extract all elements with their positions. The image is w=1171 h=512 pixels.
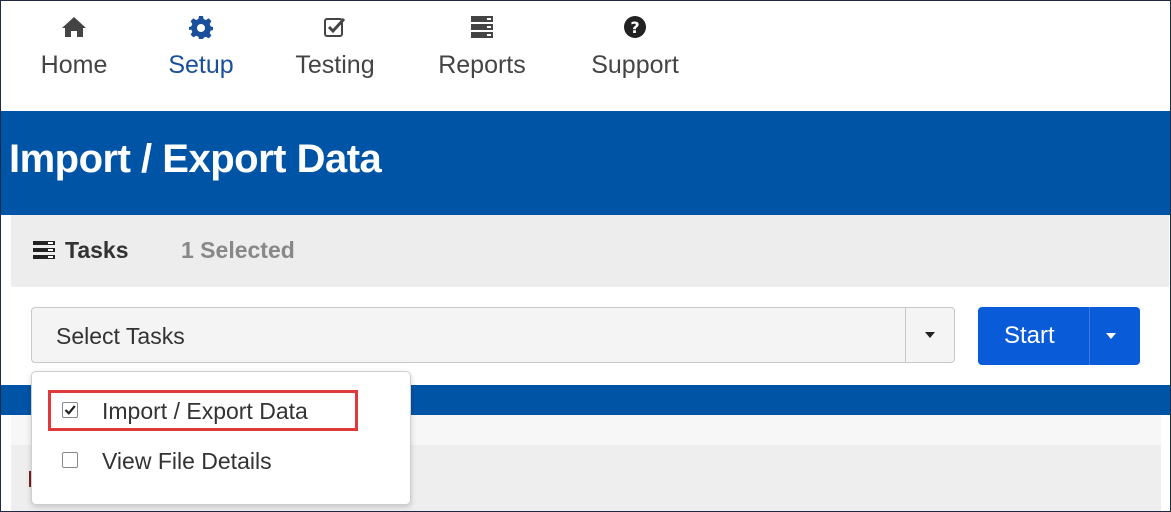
app-window: Home Setup Testing Reports ? Support Imp… [0, 0, 1171, 512]
checkbox-icon [289, 15, 381, 47]
nav-home-label: Home [40, 51, 108, 79]
nav-testing[interactable]: Testing [289, 15, 381, 80]
home-icon [35, 15, 113, 47]
tasks-selected-count: 1 Selected [181, 237, 295, 263]
server-icon [431, 15, 533, 47]
nav-support[interactable]: ? Support [583, 15, 687, 80]
option-label: Import / Export Data [102, 398, 308, 424]
option-view-file-details[interactable]: View File Details [32, 440, 410, 480]
option-label: View File Details [102, 448, 272, 474]
import-export-checkbox[interactable] [62, 402, 78, 418]
chevron-down-icon [925, 332, 935, 338]
nav-support-label: Support [591, 51, 679, 79]
select-tasks-toggle[interactable] [905, 308, 954, 362]
start-button-divider [1089, 307, 1090, 365]
view-file-details-checkbox[interactable] [62, 452, 78, 468]
nav-reports-label: Reports [438, 51, 526, 79]
tasks-header: Tasks 1 Selected [11, 215, 1169, 287]
tasks-dropdown-menu: Import / Export Data View File Details [31, 371, 411, 505]
nav-home[interactable]: Home [35, 15, 113, 80]
nav-reports[interactable]: Reports [431, 15, 533, 80]
gear-icon [161, 15, 241, 47]
question-icon: ? [583, 15, 687, 47]
tasks-list-icon [33, 241, 55, 264]
page-header: Import / Export Data [1, 111, 1170, 215]
start-menu-chevron-down-icon[interactable] [1106, 333, 1116, 339]
checkmark-icon [64, 405, 76, 415]
svg-text:?: ? [630, 18, 639, 37]
page-title: Import / Export Data [9, 137, 382, 181]
tasks-panel: Tasks 1 Selected Select Tasks Start [11, 215, 1169, 385]
start-button-label: Start [1004, 322, 1055, 349]
start-button[interactable]: Start [978, 307, 1140, 365]
option-import-export-data[interactable]: Import / Export Data [32, 390, 410, 430]
select-tasks-dropdown[interactable]: Select Tasks [31, 307, 955, 363]
nav-testing-label: Testing [295, 51, 375, 79]
nav-setup[interactable]: Setup [161, 15, 241, 80]
nav-setup-label: Setup [168, 51, 234, 79]
select-tasks-value: Select Tasks [56, 323, 185, 349]
top-nav: Home Setup Testing Reports ? Support [1, 1, 1170, 111]
tasks-label: Tasks [65, 237, 129, 263]
